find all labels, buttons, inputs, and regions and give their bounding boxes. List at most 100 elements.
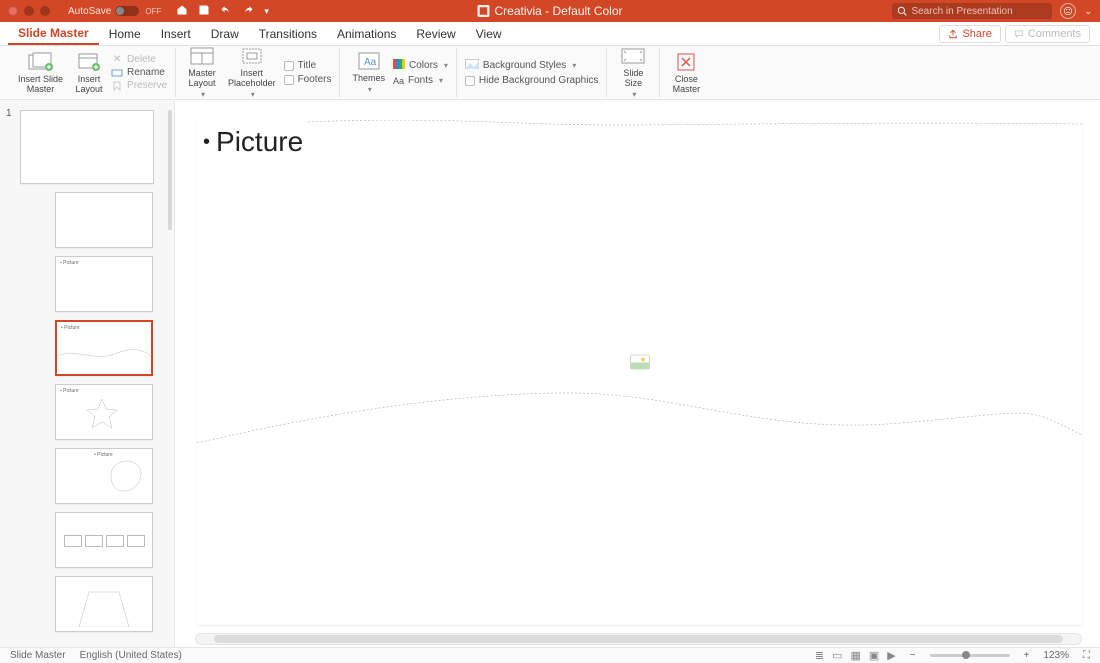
- save-icon[interactable]: [198, 4, 210, 19]
- background-styles-button[interactable]: Background Styles▾: [465, 59, 599, 72]
- document-title-text: Creativia - Default Color: [494, 4, 622, 18]
- notes-button[interactable]: ≣: [815, 649, 824, 662]
- master-layout-label: Master Layout: [188, 69, 216, 89]
- checkbox-icon: [465, 76, 475, 86]
- background-icon: [465, 59, 479, 72]
- insert-slide-master-button[interactable]: Insert Slide Master: [14, 49, 67, 97]
- thumbnail-layout-1[interactable]: [55, 192, 153, 248]
- app-icon: [477, 5, 489, 17]
- thumbnail-master[interactable]: [20, 110, 154, 184]
- trapezoid-sketch-icon: [74, 587, 134, 627]
- thumbnail-layout-2[interactable]: • Picture: [55, 256, 153, 312]
- group-close: Close Master: [660, 48, 712, 97]
- picture-placeholder-title[interactable]: Picture: [203, 126, 303, 158]
- qat-more-icon[interactable]: ▾: [264, 6, 269, 17]
- thumbnail-layout-7[interactable]: [55, 576, 153, 632]
- comment-icon: [1014, 29, 1024, 39]
- fonts-icon: Aa: [393, 76, 404, 86]
- minimize-window-icon[interactable]: [24, 6, 34, 16]
- slide-canvas[interactable]: Picture: [197, 120, 1082, 625]
- status-view-label[interactable]: Slide Master: [10, 650, 66, 661]
- chevron-down-icon: ▾: [201, 91, 205, 100]
- tab-slide-master[interactable]: Slide Master: [8, 22, 99, 45]
- chevron-down-icon: ▾: [368, 86, 372, 95]
- tab-draw[interactable]: Draw: [201, 22, 249, 45]
- smiley-icon: [1063, 6, 1073, 16]
- search-input[interactable]: Search in Presentation: [892, 3, 1052, 19]
- zoom-slider[interactable]: [930, 654, 1010, 657]
- thumbnail-layout-3[interactable]: • Picture: [55, 320, 153, 376]
- rename-button[interactable]: Rename: [111, 67, 167, 78]
- close-master-button[interactable]: Close Master: [668, 49, 704, 97]
- slideshow-view-icon[interactable]: ▶: [887, 649, 895, 662]
- tab-transitions[interactable]: Transitions: [249, 22, 327, 45]
- top-wave-decoration: [197, 120, 1082, 150]
- close-window-icon[interactable]: [8, 6, 18, 16]
- account-button[interactable]: [1060, 3, 1076, 19]
- fit-window-icon[interactable]: ⛶: [1083, 650, 1090, 661]
- thumbnail-layout-6[interactable]: [55, 512, 153, 568]
- title-checkbox[interactable]: Title: [284, 60, 332, 71]
- undo-icon[interactable]: [220, 4, 232, 19]
- master-layout-button[interactable]: Master Layout ▾: [184, 43, 220, 102]
- workspace: 1 • Picture • Picture • Picture • Pictur…: [0, 100, 1100, 647]
- tab-home[interactable]: Home: [99, 22, 151, 45]
- tab-review[interactable]: Review: [406, 22, 465, 45]
- star-sketch-icon: [84, 397, 120, 431]
- preserve-button[interactable]: Preserve: [111, 80, 167, 91]
- hide-background-checkbox[interactable]: Hide Background Graphics: [465, 75, 599, 86]
- insert-placeholder-button[interactable]: Insert Placeholder ▾: [224, 43, 280, 102]
- autosave-toggle[interactable]: [115, 6, 139, 16]
- wave-sketch-icon: [57, 344, 151, 362]
- search-icon: [897, 6, 907, 16]
- window-controls[interactable]: [8, 6, 50, 16]
- autosave-control[interactable]: AutoSave OFF: [68, 6, 161, 17]
- preserve-icon: [111, 81, 123, 91]
- sorter-view-icon[interactable]: ▦: [850, 649, 860, 662]
- thumbnail-panel[interactable]: 1 • Picture • Picture • Picture • Pictur…: [0, 100, 175, 647]
- picture-placeholder-icon[interactable]: [630, 355, 650, 370]
- tab-animations[interactable]: Animations: [327, 22, 406, 45]
- themes-button[interactable]: Aa Themes ▾: [348, 48, 389, 97]
- zoom-percent[interactable]: 123%: [1043, 650, 1069, 661]
- zoom-in-button[interactable]: +: [1024, 650, 1030, 661]
- reading-view-icon[interactable]: ▣: [869, 649, 879, 662]
- maximize-window-icon[interactable]: [40, 6, 50, 16]
- slide-size-button[interactable]: Slide Size ▾: [615, 43, 651, 102]
- footers-checkbox[interactable]: Footers: [284, 74, 332, 85]
- thumbnail-scrollbar[interactable]: [168, 110, 172, 230]
- autosave-state: OFF: [145, 7, 161, 16]
- quick-access-toolbar: ▾: [176, 4, 269, 19]
- normal-view-icon[interactable]: ▭: [832, 649, 842, 662]
- group-master-layout: Master Layout ▾ Insert Placeholder ▾ Tit…: [176, 48, 340, 97]
- colors-button[interactable]: Colors▾: [393, 59, 448, 72]
- scrollbar-thumb[interactable]: [214, 635, 1064, 643]
- view-buttons: ≣ ▭ ▦ ▣ ▶: [815, 649, 896, 662]
- themes-label: Themes: [352, 74, 385, 84]
- grid-sketch-icon: [64, 535, 145, 547]
- slide-editor[interactable]: Picture: [175, 100, 1100, 647]
- comments-button[interactable]: Comments: [1005, 25, 1090, 43]
- thumbnail-layout-5[interactable]: • Picture: [55, 448, 153, 504]
- checkbox-icon: [284, 75, 294, 85]
- status-bar: Slide Master English (United States) ≣ ▭…: [0, 647, 1100, 663]
- home-icon[interactable]: [176, 4, 188, 19]
- group-edit-theme: Aa Themes ▾ Colors▾ Aa Fonts▾: [340, 48, 456, 97]
- mid-wave-decoration: [197, 375, 1082, 455]
- zoom-out-button[interactable]: −: [910, 650, 916, 661]
- delete-button[interactable]: ✕Delete: [111, 54, 167, 65]
- document-title: Creativia - Default Color: [477, 4, 622, 18]
- horizontal-scrollbar[interactable]: [195, 633, 1082, 645]
- group-size: Slide Size ▾: [607, 48, 660, 97]
- title-bar: AutoSave OFF ▾ Creativia - Default Color…: [0, 0, 1100, 22]
- status-language[interactable]: English (United States): [80, 650, 182, 661]
- insert-layout-button[interactable]: Insert Layout: [71, 49, 107, 97]
- thumbnail-layout-4[interactable]: • Picture: [55, 384, 153, 440]
- fonts-button[interactable]: Aa Fonts▾: [393, 75, 448, 86]
- account-caret-icon[interactable]: ⌄: [1084, 6, 1092, 17]
- rename-icon: [111, 68, 123, 78]
- redo-icon[interactable]: [242, 4, 254, 19]
- tab-insert[interactable]: Insert: [151, 22, 201, 45]
- share-button[interactable]: Share: [939, 25, 1000, 43]
- tab-view[interactable]: View: [466, 22, 512, 45]
